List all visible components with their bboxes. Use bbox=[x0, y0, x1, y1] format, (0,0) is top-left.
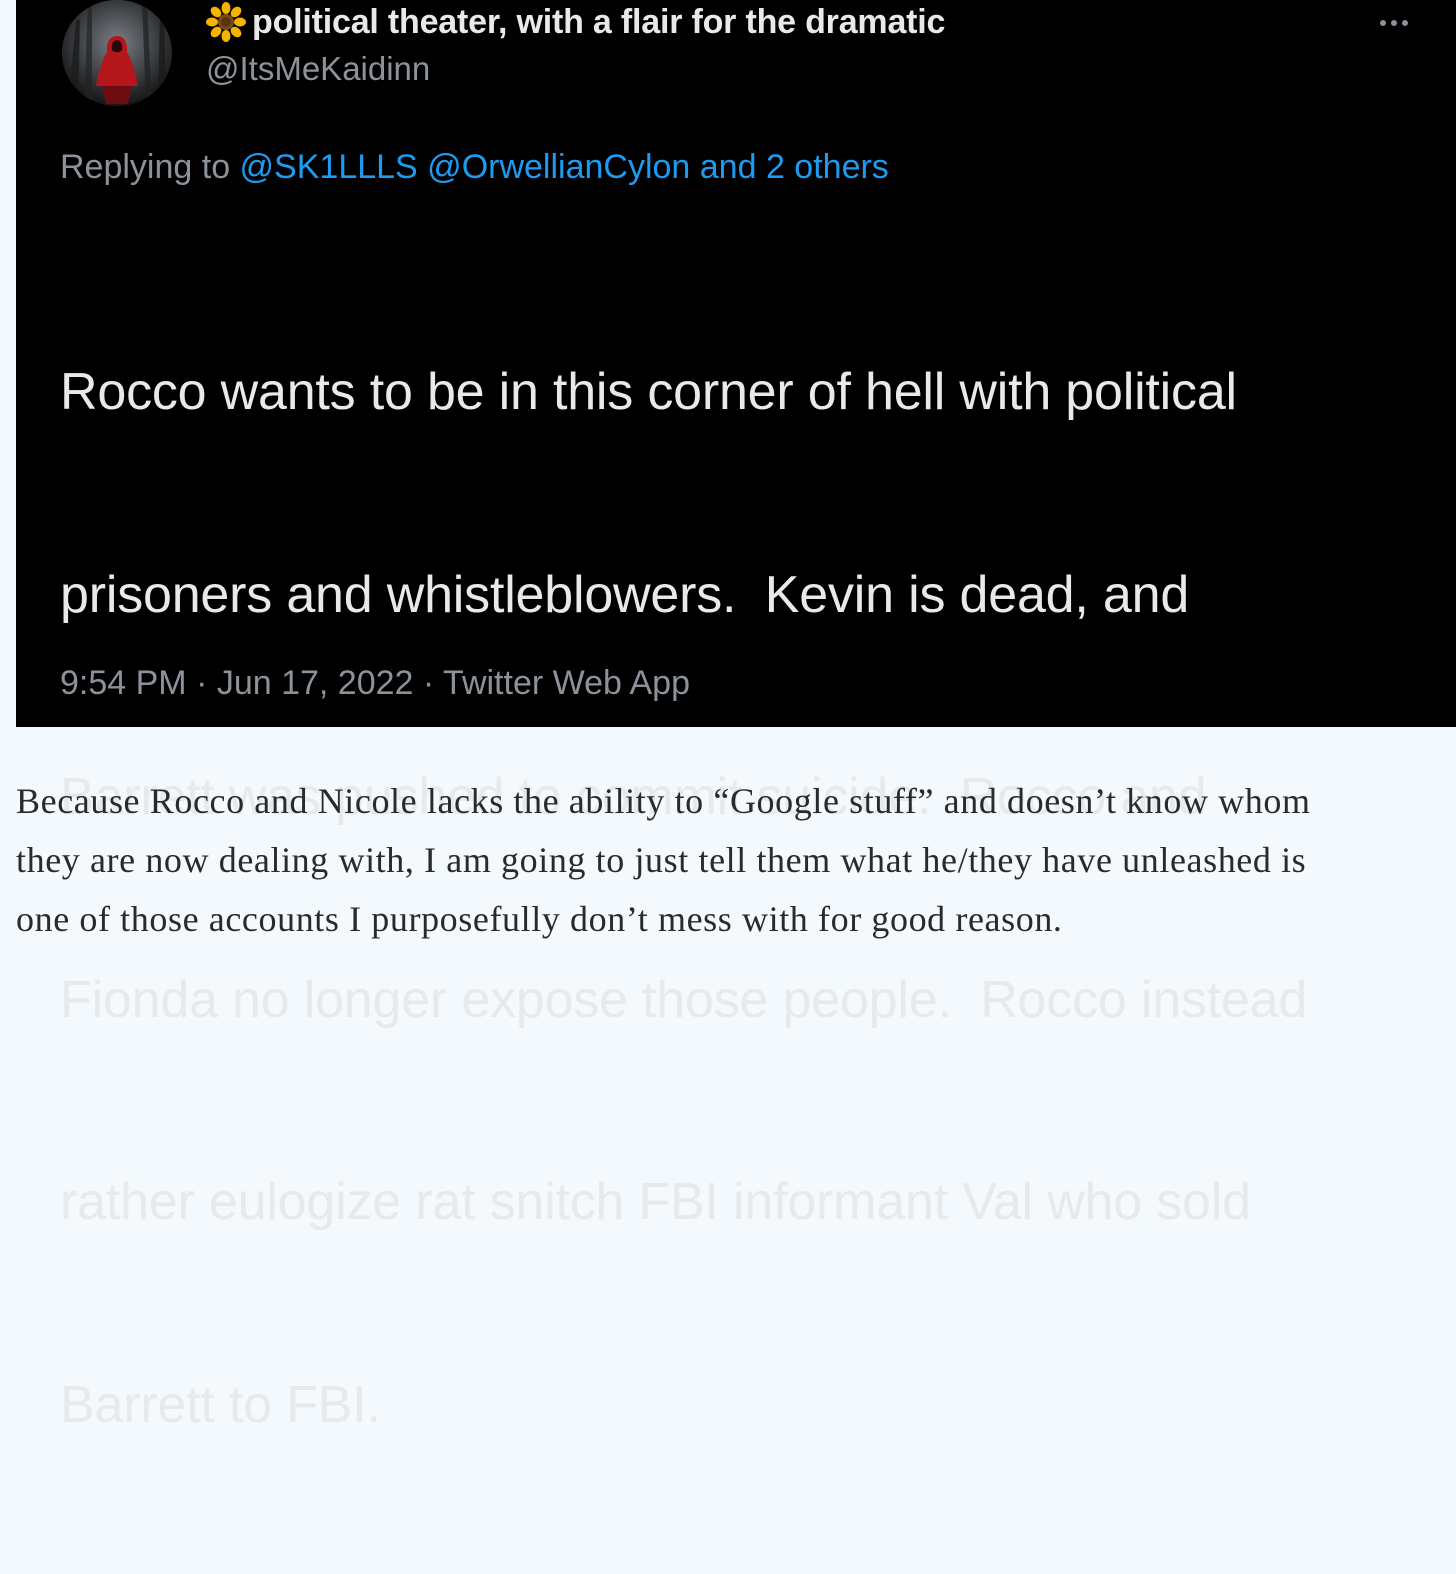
article-paragraph: Because Rocco and Nicole lacks the abili… bbox=[16, 772, 1446, 949]
replying-to-mentions[interactable]: @SK1LLLS @OrwellianCylon and 2 others bbox=[240, 148, 889, 186]
tweet-text-line: Rocco wants to be in this corner of hell… bbox=[60, 363, 1237, 421]
sunflower-icon bbox=[206, 2, 246, 42]
paragraph-line: Because Rocco and Nicole lacks the abili… bbox=[16, 781, 1311, 821]
tweet-text-line: rather eulogize rat snitch FBI informant… bbox=[60, 1173, 1251, 1231]
replying-to-line: Replying to @SK1LLLS @OrwellianCylon and… bbox=[60, 148, 889, 187]
tweet-text-line: Barrett to FBI. bbox=[60, 1375, 381, 1434]
tweet-text-line: Fionda no longer expose those people. Ro… bbox=[60, 970, 1308, 1029]
display-name[interactable]: political theater, with a flair for the … bbox=[252, 3, 945, 42]
user-handle[interactable]: @ItsMeKaidinn bbox=[206, 50, 430, 88]
avatar[interactable] bbox=[62, 0, 172, 106]
more-horizontal-icon[interactable] bbox=[1372, 10, 1416, 36]
page-margin bbox=[0, 0, 16, 727]
paragraph-line: they are now dealing with, I am going to… bbox=[16, 840, 1307, 880]
tweet-timestamp[interactable]: 9:54 PM · Jun 17, 2022 · Twitter Web App bbox=[60, 664, 690, 703]
embedded-tweet-screenshot: political theater, with a flair for the … bbox=[16, 0, 1456, 1434]
tweet-text-line: prisoners and whistleblowers. Kevin is d… bbox=[60, 565, 1190, 624]
display-name-row[interactable]: political theater, with a flair for the … bbox=[206, 2, 945, 42]
paragraph-line: one of those accounts I purposefully don… bbox=[16, 899, 1063, 939]
red-hooded-figure-avatar bbox=[62, 0, 172, 106]
replying-to-label: Replying to bbox=[60, 148, 240, 186]
